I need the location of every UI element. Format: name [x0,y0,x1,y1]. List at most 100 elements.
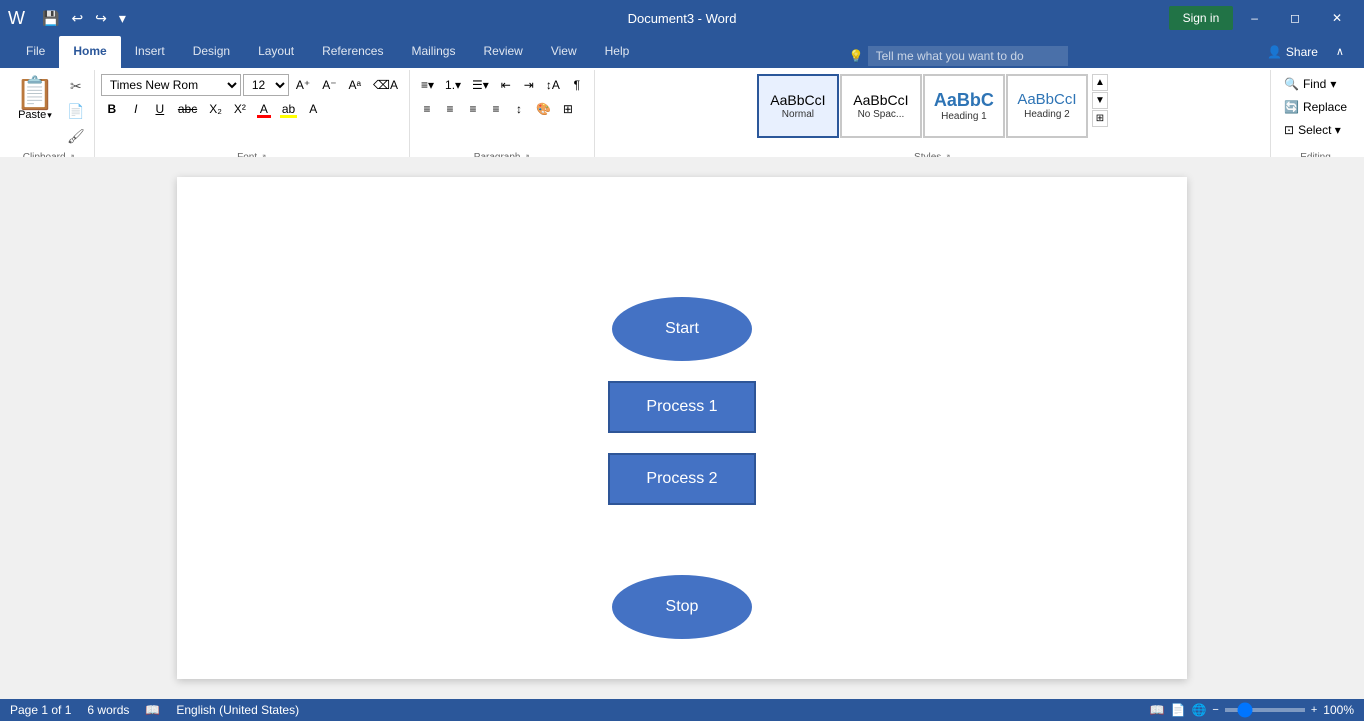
tell-me-box[interactable]: 💡 [849,46,1068,66]
font-color-button[interactable]: A [253,98,275,120]
align-right-button[interactable]: ≡ [462,98,484,120]
font-shrink-button[interactable]: A⁻ [317,74,341,96]
style-no-space-label: No Spac... [858,109,905,120]
ribbon-collapse-button[interactable]: ∧ [1322,39,1358,64]
tab-insert[interactable]: Insert [121,36,179,68]
zoom-out-icon[interactable]: − [1212,704,1218,716]
quick-access-toolbar: 💾 ↩ ↪ ▾ [37,8,131,29]
customize-quick-access-button[interactable]: ▾ [114,8,131,29]
justify-button[interactable]: ≡ [485,98,507,120]
decrease-indent-button[interactable]: ⇤ [495,74,517,96]
style-scroll-down-button[interactable]: ▼ [1092,92,1108,109]
find-label: Find [1303,77,1326,91]
replace-button[interactable]: 🔄 Replace [1277,97,1354,117]
bullets-button[interactable]: ≡▾ [416,74,439,96]
share-label[interactable]: Share [1286,45,1318,59]
change-case-button[interactable]: Aᵃ [344,74,366,96]
font-family-select[interactable]: Times New Rom [101,74,241,96]
document-area[interactable]: Start Process 1 Process 2 Stop [0,157,1364,699]
font-grow-button[interactable]: A⁺ [291,74,315,96]
process2-label: Process 2 [646,470,717,488]
style-scroll-up-button[interactable]: ▲ [1092,74,1108,91]
style-heading2-label: Heading 2 [1024,109,1070,120]
subscript-button[interactable]: X₂ [204,98,227,120]
multilevel-list-button[interactable]: ☰▾ [467,74,494,96]
paste-icon: 📋 [15,77,55,109]
numbering-button[interactable]: 1.▾ [440,74,466,96]
underline-button[interactable]: U [149,98,171,120]
print-layout-button[interactable]: 📄 [1171,703,1186,717]
strikethrough-button[interactable]: abc [173,98,202,120]
text-effects-button[interactable]: A [302,98,324,120]
ribbon-tabs-container: File Home Insert Design Layout Reference… [0,36,1364,68]
borders-button[interactable]: ⊞ [557,98,579,120]
start-shape[interactable]: Start [612,297,752,361]
tab-home[interactable]: Home [59,36,120,68]
stop-shape[interactable]: Stop [612,575,752,639]
sort-button[interactable]: ↕A [541,74,565,96]
cut-button[interactable]: ✂ [64,74,88,98]
zoom-level[interactable]: 100% [1323,703,1354,717]
sign-in-button[interactable]: Sign in [1169,6,1234,30]
copy-button[interactable]: 📄 [64,99,88,123]
bold-button[interactable]: B [101,98,123,120]
style-normal[interactable]: AaBbCcI Normal [757,74,839,138]
line-spacing-button[interactable]: ↕ [508,98,530,120]
web-layout-button[interactable]: 🌐 [1191,703,1206,717]
redo-button[interactable]: ↪ [90,8,112,29]
tab-review[interactable]: Review [469,36,536,68]
status-left: Page 1 of 1 6 words 📖 English (United St… [10,703,299,717]
tab-view[interactable]: View [537,36,591,68]
format-painter-button[interactable]: 🖌 [64,124,88,148]
select-button[interactable]: ⊡ Select ▾ [1277,120,1348,140]
paragraph-group: ≡▾ 1.▾ ☰▾ ⇤ ⇥ ↕A ¶ ≡ ≡ ≡ ≡ ↕ 🎨 ⊞ Paragra… [410,70,595,166]
stop-label: Stop [666,598,699,616]
minimize-button[interactable]: – [1237,5,1272,31]
tab-layout[interactable]: Layout [244,36,308,68]
title-bar-left: W 💾 ↩ ↪ ▾ [8,8,131,29]
language-info[interactable]: English (United States) [176,703,299,717]
save-button[interactable]: 💾 [37,8,64,29]
clear-formatting-button[interactable]: ⌫A [368,74,403,96]
select-label: Select ▾ [1298,123,1341,137]
read-mode-button[interactable]: 📖 [1150,703,1165,717]
style-heading1[interactable]: AaBbC Heading 1 [923,74,1005,138]
restore-button[interactable]: ◻ [1276,5,1314,31]
font-group: Times New Rom 12 A⁺ A⁻ Aᵃ ⌫A B I U abc X… [95,70,410,166]
align-center-button[interactable]: ≡ [439,98,461,120]
para-row-1: ≡▾ 1.▾ ☰▾ ⇤ ⇥ ↕A ¶ [416,74,588,96]
close-button[interactable]: ✕ [1318,5,1356,31]
tab-file[interactable]: File [12,36,59,68]
undo-button[interactable]: ↩ [66,8,88,29]
styles-group: AaBbCcI Normal AaBbCcI No Spac... AaBbC … [595,70,1271,166]
tell-me-input[interactable] [868,46,1068,66]
page-info: Page 1 of 1 [10,703,71,717]
style-more-button[interactable]: ⊞ [1092,110,1108,127]
process1-shape[interactable]: Process 1 [608,381,756,433]
tab-design[interactable]: Design [179,36,244,68]
editing-group: 🔍 Find ▾ 🔄 Replace ⊡ Select ▾ Editing [1271,70,1360,166]
status-right: 📖 📄 🌐 − + 100% [1150,703,1354,717]
tab-references[interactable]: References [308,36,397,68]
process2-shape[interactable]: Process 2 [608,453,756,505]
zoom-slider[interactable] [1225,708,1305,712]
style-heading2[interactable]: AaBbCcI Heading 2 [1006,74,1088,138]
tab-help[interactable]: Help [591,36,644,68]
italic-button[interactable]: I [125,98,147,120]
highlight-color-button[interactable]: ab [277,98,300,120]
shading-button[interactable]: 🎨 [531,98,556,120]
paste-label: Paste [18,109,46,121]
document-page: Start Process 1 Process 2 Stop [177,177,1187,679]
style-gallery: AaBbCcI Normal AaBbCcI No Spac... AaBbC … [757,74,1088,138]
style-no-space[interactable]: AaBbCcI No Spac... [840,74,922,138]
zoom-in-icon[interactable]: + [1311,704,1317,716]
align-left-button[interactable]: ≡ [416,98,438,120]
find-button[interactable]: 🔍 Find ▾ [1277,74,1343,94]
proofing-icon[interactable]: 📖 [145,703,160,717]
tab-mailings[interactable]: Mailings [397,36,469,68]
increase-indent-button[interactable]: ⇥ [518,74,540,96]
show-paragraph-button[interactable]: ¶ [566,74,588,96]
paste-button[interactable]: 📋 Paste ▾ [10,74,60,124]
font-size-select[interactable]: 12 [243,74,289,96]
superscript-button[interactable]: X² [229,98,251,120]
